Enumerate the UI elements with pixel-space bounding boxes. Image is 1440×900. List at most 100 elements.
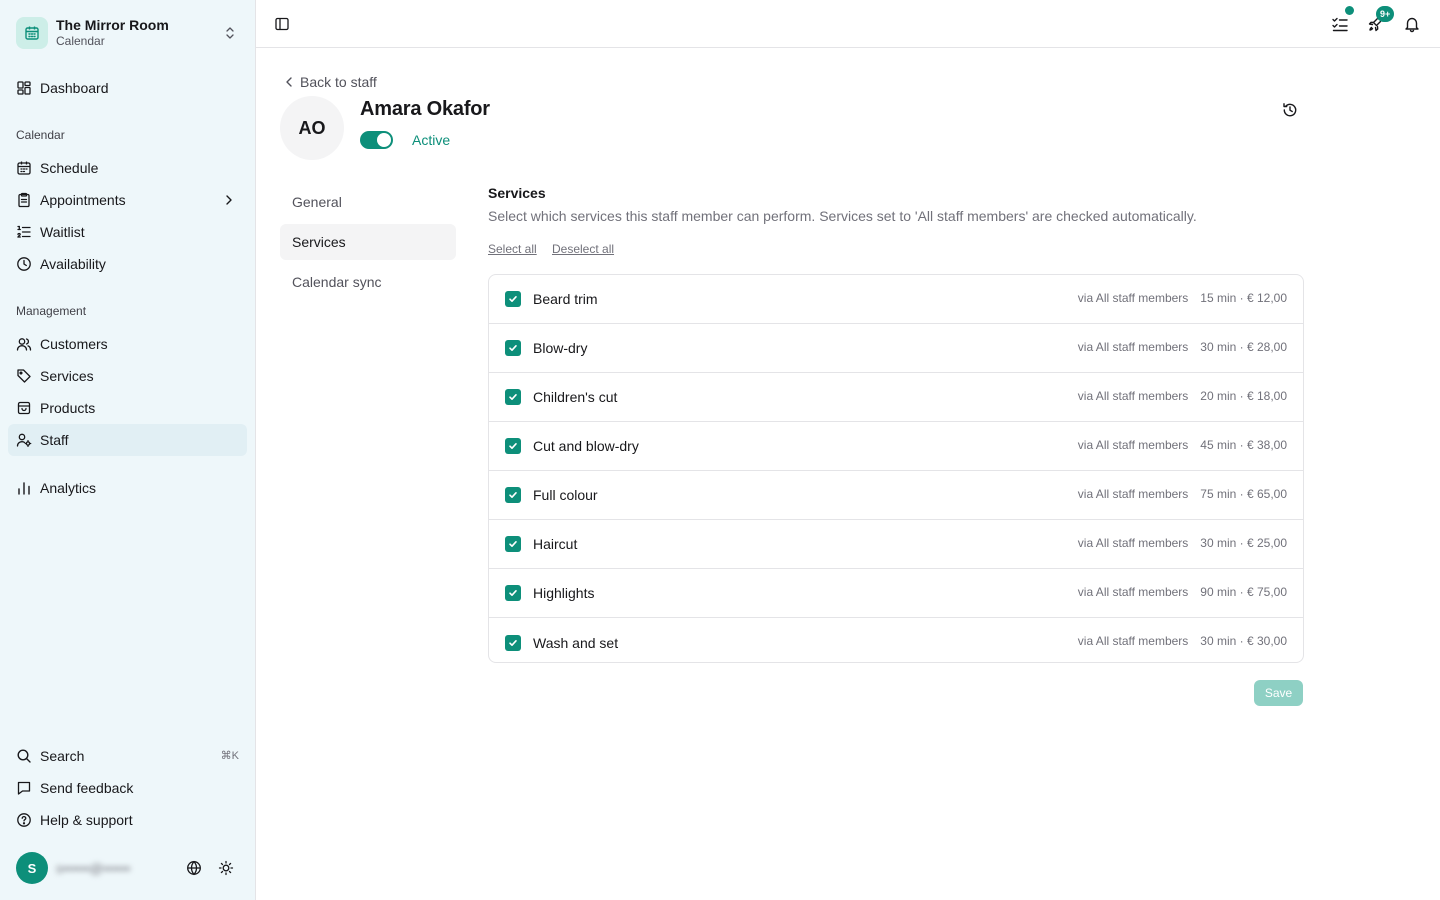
sidebar-item-label: Search	[40, 748, 85, 764]
deselect-all-link[interactable]: Deselect all	[552, 242, 614, 256]
bar-chart-icon	[16, 480, 32, 496]
service-detail: 45 min · € 38,00	[1200, 438, 1287, 452]
service-row: Cut and blow-dry via All staff members 45…	[489, 422, 1303, 471]
section-label-calendar: Calendar	[16, 128, 65, 142]
service-checkbox[interactable]	[505, 438, 521, 454]
list-ordered-icon	[16, 224, 32, 240]
tab-services[interactable]: Services	[280, 224, 456, 260]
user-email: s••••••@••••••	[56, 860, 131, 876]
sidebar-item-label: Customers	[40, 336, 108, 352]
sidebar-item-staff[interactable]: Staff	[8, 424, 247, 456]
chevrons-up-down-icon	[222, 25, 238, 41]
service-detail: 20 min · € 18,00	[1200, 389, 1287, 403]
chevron-left-icon	[282, 75, 296, 89]
calendar-logo-icon	[16, 17, 48, 49]
tag-icon	[16, 368, 32, 384]
package-icon	[16, 400, 32, 416]
clock-icon	[16, 256, 32, 272]
service-name: Children's cut	[533, 389, 618, 405]
sidebar-item-help-support[interactable]: Help & support	[8, 804, 247, 836]
sidebar-item-label: Help & support	[40, 812, 133, 828]
sidebar-item-products[interactable]: Products	[8, 392, 247, 424]
service-detail: 30 min · € 25,00	[1200, 536, 1287, 550]
services-list: Beard trim via All staff members 15 min ·…	[488, 274, 1304, 663]
sidebar-item-label: Dashboard	[40, 80, 109, 96]
service-name: Blow-dry	[533, 340, 588, 356]
toggle-knob	[377, 133, 391, 147]
section-label-management: Management	[16, 304, 87, 318]
sidebar-item-analytics[interactable]: Analytics	[8, 472, 247, 504]
sidebar-item-label: Schedule	[40, 160, 99, 176]
sidebar-item-waitlist[interactable]: Waitlist	[8, 216, 247, 248]
service-checkbox[interactable]	[505, 634, 521, 651]
service-meta: via All staff members 30 min · € 28,00	[1078, 340, 1287, 354]
user-row: S s••••••@••••••	[16, 852, 244, 884]
sidebar-item-appointments[interactable]: Appointments	[8, 184, 247, 216]
service-via: via All staff members	[1077, 389, 1189, 403]
service-via: via All staff members	[1077, 585, 1189, 599]
select-all-link[interactable]: Select all	[488, 242, 537, 256]
service-name: Wash and set	[533, 634, 619, 651]
avatar[interactable]: S	[16, 852, 48, 884]
dashboard-icon	[16, 80, 32, 96]
save-button[interactable]: Save	[1254, 680, 1303, 706]
service-checkbox[interactable]	[505, 487, 521, 503]
service-row: Full colour via All staff members 75 min …	[489, 471, 1303, 520]
service-row: Blow-dry via All staff members 30 min · €…	[489, 324, 1303, 373]
sidebar-item-schedule[interactable]: Schedule	[8, 152, 247, 184]
sidebar-item-search[interactable]: Search ⌘K	[8, 740, 247, 772]
back-label: Back to staff	[300, 74, 377, 90]
sidebar-item-label: Availability	[40, 256, 106, 272]
clipboard-icon	[16, 192, 32, 208]
service-row: Highlights via All staff members 90 min ·…	[489, 569, 1303, 618]
service-via: via All staff members	[1077, 291, 1189, 305]
search-shortcut: ⌘K	[220, 750, 239, 762]
service-checkbox[interactable]	[505, 291, 521, 307]
org-subtitle: Calendar	[56, 34, 105, 48]
tab-general[interactable]: General	[280, 184, 456, 220]
user-cog-icon	[16, 432, 32, 448]
sidebar-item-availability[interactable]: Availability	[8, 248, 247, 280]
service-checkbox[interactable]	[505, 389, 521, 405]
service-row: Beard trim via All staff members 15 min ·…	[489, 275, 1303, 324]
sidebar-toggle-icon[interactable]	[270, 12, 294, 36]
service-via: via All staff members	[1077, 634, 1189, 648]
sidebar-item-send-feedback[interactable]: Send feedback	[8, 772, 247, 804]
message-square-icon	[16, 780, 32, 796]
tab-calendar-sync[interactable]: Calendar sync	[280, 264, 456, 300]
sidebar-item-label: Services	[40, 368, 94, 384]
service-via: via All staff members	[1077, 536, 1189, 550]
chevron-right-icon[interactable]	[221, 192, 237, 208]
service-name: Haircut	[533, 536, 578, 552]
org-text: The Mirror Room Calendar	[56, 17, 222, 49]
sidebar-item-customers[interactable]: Customers	[8, 328, 247, 360]
service-detail: 90 min · € 75,00	[1200, 585, 1287, 599]
sidebar-item-services[interactable]: Services	[8, 360, 247, 392]
rocket-icon[interactable]: 9+	[1364, 6, 1395, 36]
search-icon	[16, 748, 32, 764]
service-checkbox[interactable]	[505, 536, 521, 552]
back-to-staff-link[interactable]: Back to staff	[282, 72, 377, 92]
help-circle-icon	[16, 812, 32, 828]
sun-icon[interactable]	[214, 856, 238, 880]
service-name: Cut and blow-dry	[533, 438, 639, 454]
globe-icon[interactable]	[182, 856, 206, 880]
tasks-icon[interactable]	[1328, 6, 1354, 36]
org-switcher[interactable]: The Mirror Room Calendar	[16, 14, 244, 52]
staff-name: Amara Okafor	[360, 98, 490, 120]
service-checkbox[interactable]	[505, 585, 521, 601]
service-name: Beard trim	[533, 291, 598, 307]
sidebar-item-label: Appointments	[40, 192, 126, 208]
service-checkbox[interactable]	[505, 340, 521, 356]
status-label: Active	[412, 132, 451, 148]
active-toggle[interactable]	[360, 131, 393, 149]
service-via: via All staff members	[1077, 340, 1189, 354]
sidebar-item-label: Analytics	[40, 480, 97, 496]
sidebar-item-dashboard[interactable]: Dashboard	[8, 72, 247, 104]
staff-avatar: AO	[280, 96, 344, 160]
service-meta: via All staff members 45 min · € 38,00	[1078, 438, 1287, 452]
bell-icon[interactable]	[1400, 12, 1424, 36]
sidebar: The Mirror Room Calendar Dashboard Calen…	[0, 0, 256, 900]
service-meta: via All staff members 75 min · € 65,00	[1078, 487, 1287, 501]
history-icon[interactable]	[1278, 98, 1302, 122]
